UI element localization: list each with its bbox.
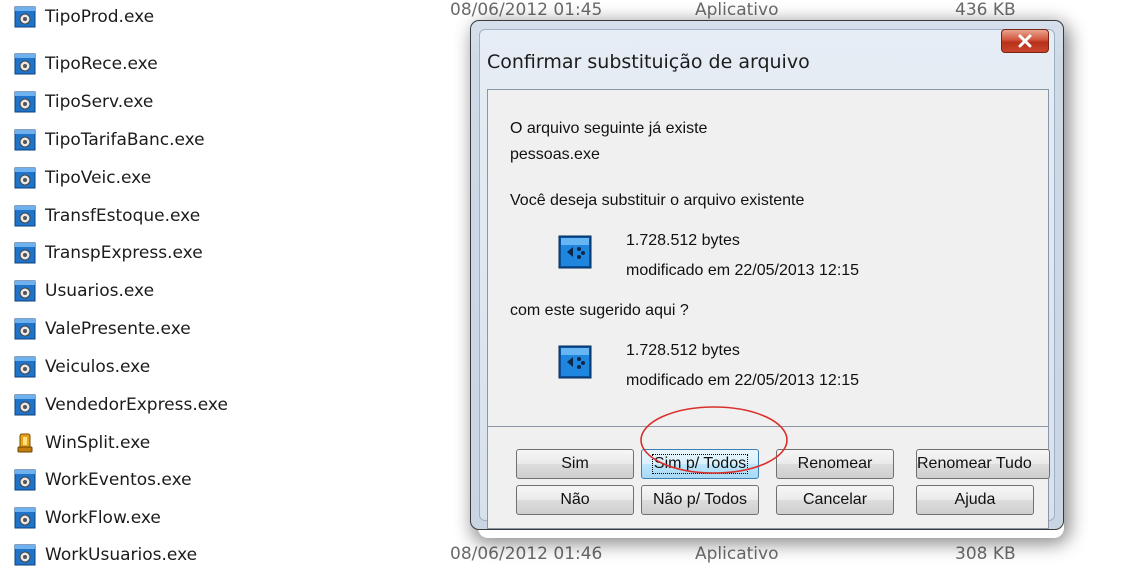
file-name-label: pessoas.exe: [510, 146, 600, 163]
dialog-content: O arquivo seguinte já existe pessoas.exe…: [487, 89, 1049, 427]
exe-gear-icon: [14, 129, 36, 150]
file-row[interactable]: TransfEstoque.exe: [8, 197, 448, 234]
file-row[interactable]: ValePresente.exe: [8, 310, 448, 347]
cancel-button[interactable]: Cancelar: [776, 485, 894, 515]
button-label: Ajuda: [954, 491, 996, 508]
file-type: Aplicativo: [695, 0, 779, 20]
replace-file-dialog: Confirmar substituição de arquivo O arqu…: [470, 20, 1064, 530]
suggested-modified: modificado em 22/05/2013 12:15: [626, 372, 860, 389]
exe-gear-icon: [14, 318, 36, 339]
suggested-file-icon: [558, 345, 592, 379]
file-name: ValePresente.exe: [45, 318, 191, 339]
existing-size: 1.728.512 bytes: [626, 232, 740, 249]
no-button[interactable]: Não: [516, 485, 634, 515]
yes-button[interactable]: Sim: [516, 449, 634, 479]
file-name: TipoServ.exe: [45, 91, 154, 112]
button-label: Não: [560, 491, 590, 508]
file-row[interactable]: VendedorExpress.exe: [8, 386, 448, 423]
file-row[interactable]: WorkEventos.exe: [8, 461, 448, 498]
file-name: TipoVeic.exe: [45, 167, 152, 188]
rename-all-button[interactable]: Renomear Tudo: [916, 449, 1050, 479]
rename-button[interactable]: Renomear: [776, 449, 894, 479]
file-row[interactable]: WorkUsuarios.exe: [8, 536, 448, 573]
dialog-buttons: Sim Sim p/ Todos Renomear Renomear Tudo …: [487, 427, 1050, 529]
file-name: TranspExpress.exe: [45, 242, 203, 263]
button-label: Cancelar: [802, 491, 868, 508]
button-label: Sim p/ Todos: [651, 454, 749, 474]
exe-gear-icon: [14, 91, 36, 112]
file-row[interactable]: TranspExpress.exe: [8, 234, 448, 271]
file-name: WorkFlow.exe: [45, 507, 161, 528]
yes-to-all-button[interactable]: Sim p/ Todos: [641, 449, 759, 479]
file-row[interactable]: TipoProd.exe: [8, 0, 448, 35]
file-row[interactable]: TipoTarifaBanc.exe: [8, 121, 448, 158]
file-name: VendedorExpress.exe: [45, 394, 228, 415]
exe-gear-icon: [14, 205, 36, 226]
file-row[interactable]: Usuarios.exe: [8, 272, 448, 309]
file-details-bottom: 08/06/2012 01:46 Aplicativo 308 KB: [450, 536, 1126, 573]
replace-question: Você deseja substituir o arquivo existen…: [510, 192, 805, 209]
file-name: TipoProd.exe: [45, 6, 155, 27]
exe-gear-icon: [14, 469, 36, 490]
exe-gear-icon: [14, 394, 36, 415]
close-button[interactable]: [1001, 29, 1049, 53]
exe-gear-icon: [14, 356, 36, 377]
exe-gear-icon: [14, 544, 36, 565]
button-label: Renomear Tudo: [917, 455, 1032, 472]
file-name: TipoTarifaBanc.exe: [45, 129, 205, 150]
dialog-title: Confirmar substituição de arquivo: [487, 51, 810, 73]
file-row[interactable]: WorkFlow.exe: [8, 499, 448, 536]
file-name: WorkEventos.exe: [45, 469, 192, 490]
exe-gear-icon: [14, 280, 36, 301]
file-row[interactable]: WinSplit.exe: [8, 424, 448, 461]
button-label: Renomear: [797, 455, 873, 472]
file-date: 08/06/2012 01:45: [450, 0, 603, 20]
button-label: Sim: [561, 455, 589, 472]
exe-gear-icon: [14, 167, 36, 188]
help-button[interactable]: Ajuda: [916, 485, 1034, 515]
winsplit-app-icon: [17, 433, 33, 452]
file-name: WinSplit.exe: [45, 432, 151, 453]
file-size: 308 KB: [955, 544, 1016, 564]
file-size: 436 KB: [955, 0, 1016, 20]
button-label: Não p/ Todos: [653, 491, 747, 508]
file-date: 08/06/2012 01:46: [450, 544, 603, 564]
no-to-all-button[interactable]: Não p/ Todos: [641, 485, 759, 515]
existing-modified: modificado em 22/05/2013 12:15: [626, 262, 860, 279]
exists-message: O arquivo seguinte já existe: [510, 120, 708, 137]
file-list: TipoProd.exe TipoRece.exe TipoServ.exe T…: [0, 0, 460, 566]
exe-gear-icon: [14, 53, 36, 74]
file-name: WorkUsuarios.exe: [45, 544, 198, 565]
exe-gear-icon: [14, 507, 36, 528]
close-x-icon: [1018, 34, 1032, 48]
exe-gear-icon: [14, 6, 36, 27]
file-name: TransfEstoque.exe: [45, 205, 201, 226]
file-row[interactable]: TipoServ.exe: [8, 83, 448, 120]
file-row[interactable]: TipoRece.exe: [8, 45, 448, 82]
file-name: TipoRece.exe: [45, 53, 158, 74]
file-row[interactable]: TipoVeic.exe: [8, 159, 448, 196]
suggested-size: 1.728.512 bytes: [626, 342, 740, 359]
suggested-question: com este sugerido aqui ?: [510, 302, 689, 319]
file-type: Aplicativo: [695, 544, 779, 564]
existing-file-icon: [558, 235, 592, 269]
file-row[interactable]: Veiculos.exe: [8, 348, 448, 385]
exe-gear-icon: [14, 242, 36, 263]
file-name: Veiculos.exe: [45, 356, 151, 377]
file-name: Usuarios.exe: [45, 280, 155, 301]
